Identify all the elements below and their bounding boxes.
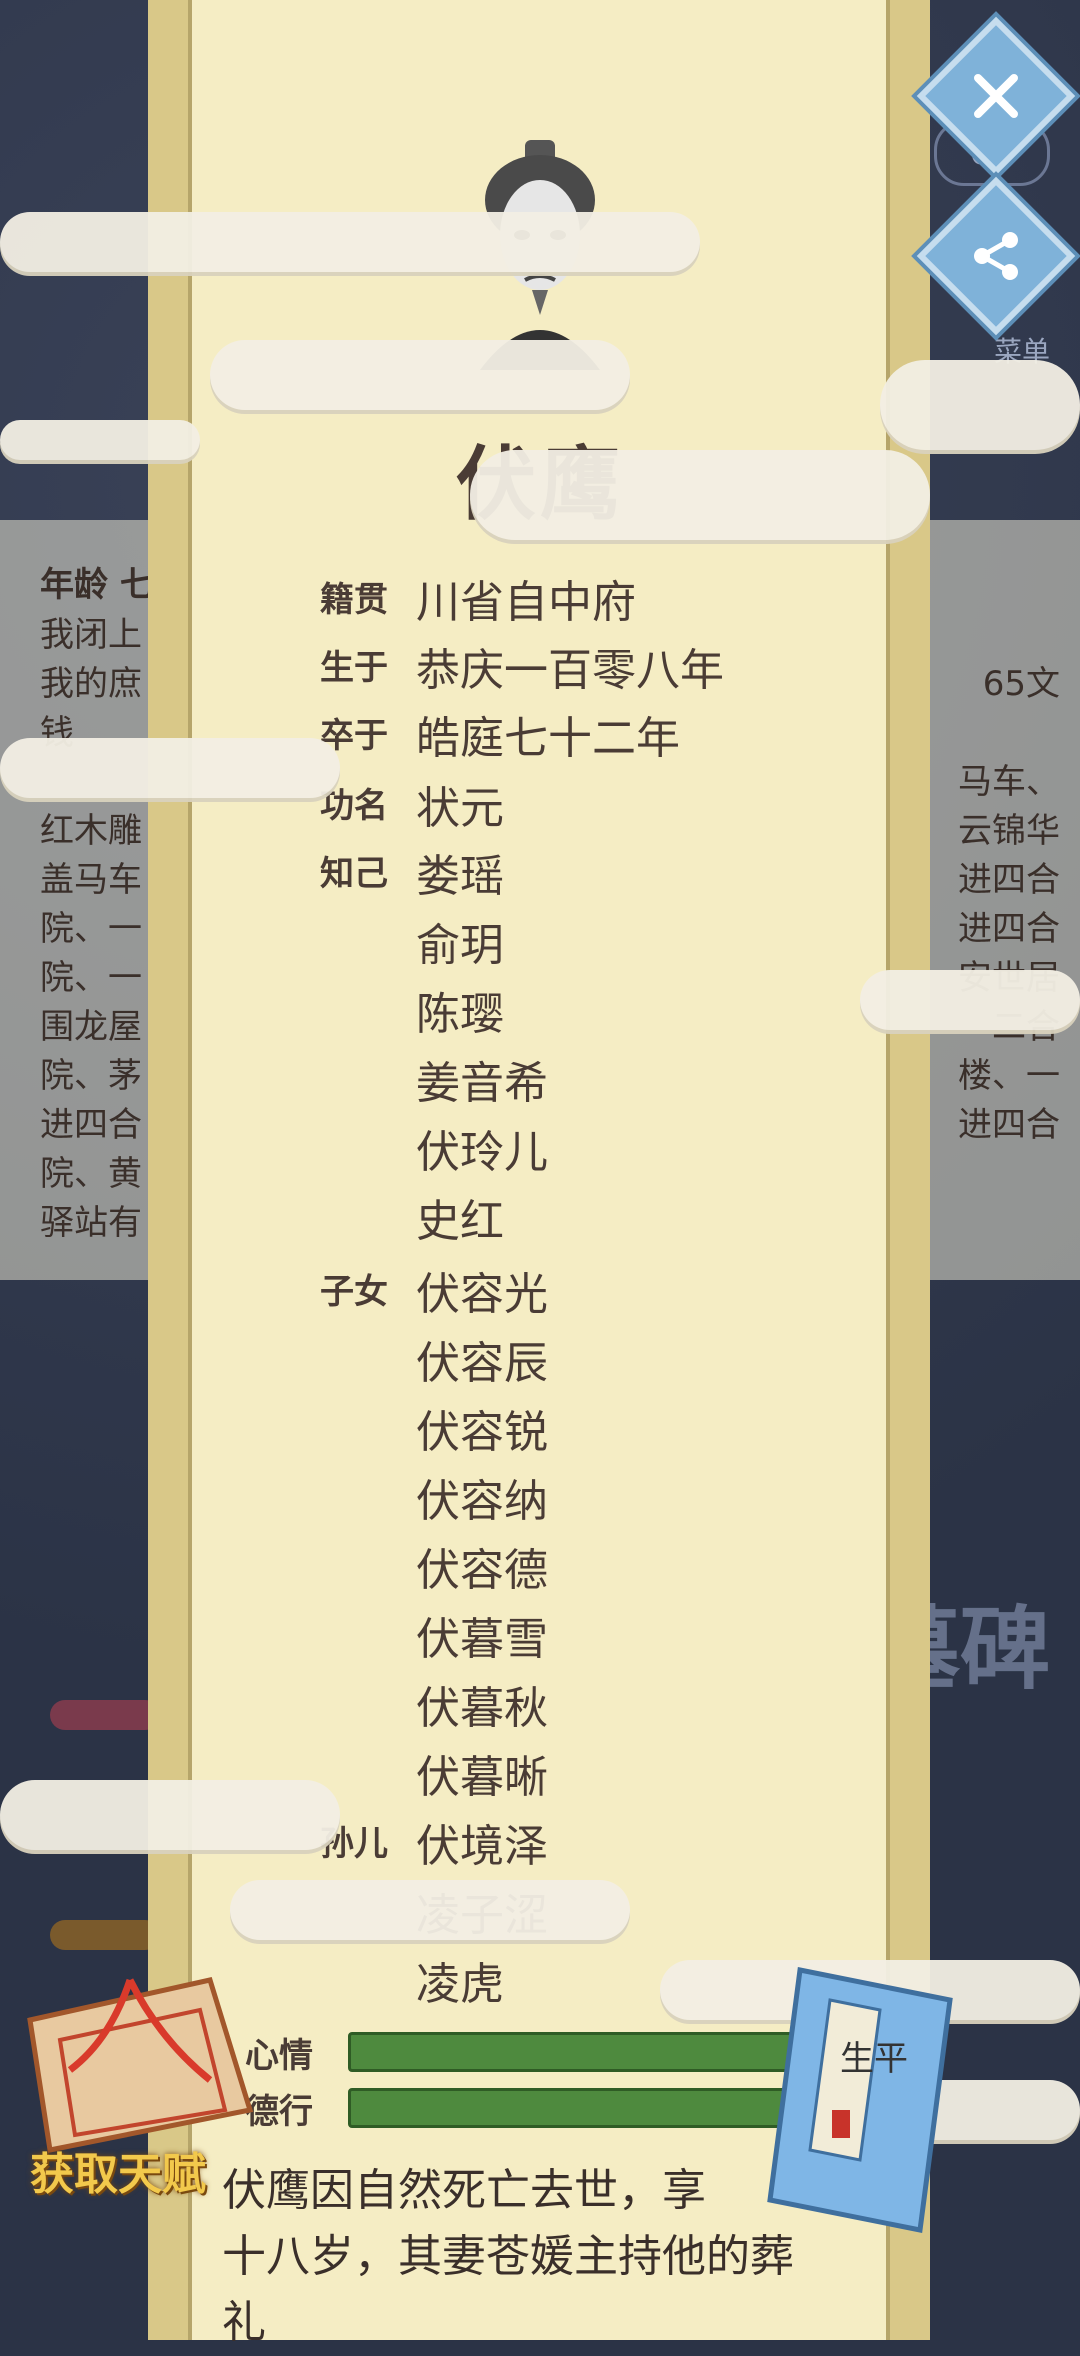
close-icon	[946, 46, 1046, 146]
cloud-decoration	[0, 212, 700, 272]
background-log-line: 进四合	[958, 909, 1060, 949]
friends-item: 史红	[416, 1196, 504, 1247]
background-stat-bar	[50, 1920, 160, 1950]
children-item: 伏暮秋	[416, 1683, 548, 1734]
children-item: 伏容德	[416, 1545, 548, 1596]
friends-item: 陈璎	[416, 989, 504, 1040]
bio-line: 礼	[222, 2297, 266, 2348]
grandchildren-item: 凌虎	[416, 1959, 504, 2010]
cloud-decoration	[0, 420, 200, 460]
friends-item: 姜音希	[416, 1058, 548, 1109]
cloud-decoration	[860, 970, 1080, 1030]
background-log-line: 楼、一	[958, 1056, 1060, 1096]
cloud-decoration	[210, 340, 630, 410]
talent-scroll-icon[interactable]	[10, 1960, 270, 2160]
get-talent-button[interactable]: 获取天赋	[30, 2138, 206, 2202]
died-value: 皓庭七十二年	[416, 713, 680, 764]
born-value: 恭庆一百零八年	[416, 645, 724, 696]
biography-book-icon[interactable]: 生平	[760, 1960, 960, 2240]
children-item: 伏容辰	[416, 1338, 548, 1389]
friends-item: 娄瑶	[416, 851, 504, 902]
mood-bar	[348, 2032, 804, 2072]
book-title: 生平	[840, 2039, 908, 2079]
background-log-line: 进四合	[958, 1105, 1060, 1145]
rank-value: 状元	[416, 783, 504, 834]
share-icon	[946, 206, 1046, 306]
children-item: 伏容锐	[416, 1407, 548, 1458]
friends-item: 伏玲儿	[416, 1127, 548, 1178]
origin-label: 籍贯	[320, 580, 388, 620]
children-item: 伏暮雪	[416, 1614, 548, 1665]
origin-value: 川省自中府	[416, 577, 636, 628]
background-log-line: 马车、	[958, 762, 1060, 802]
children-item: 伏容光	[416, 1269, 548, 1320]
cloud-decoration	[0, 738, 340, 798]
cloud-decoration	[470, 450, 930, 540]
background-log-line: 65文	[982, 664, 1060, 704]
friends-label: 知己	[320, 854, 388, 894]
cloud-decoration	[230, 1880, 630, 1940]
background-log-line: 进四合	[958, 860, 1060, 900]
friends-item: 俞玥	[416, 920, 504, 971]
background-log-line: 云锦华	[958, 811, 1060, 851]
cloud-decoration	[0, 1780, 340, 1850]
grandchildren-item: 伏境泽	[416, 1821, 548, 1872]
background-stat-bar	[50, 1700, 160, 1730]
born-label: 生于	[320, 648, 388, 688]
virtue-bar	[348, 2088, 804, 2128]
children-item: 伏暮晰	[416, 1752, 548, 1803]
cloud-decoration	[880, 360, 1080, 450]
children-label: 子女	[320, 1272, 388, 1312]
children-item: 伏容纳	[416, 1476, 548, 1527]
